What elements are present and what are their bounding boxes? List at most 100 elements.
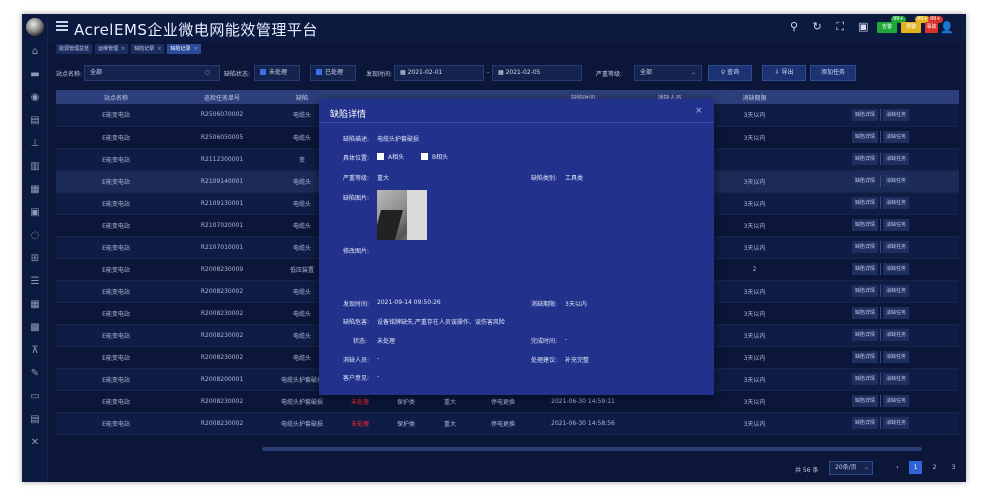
elimination-task-button[interactable]: 消缺任务 <box>883 285 910 297</box>
user-icon[interactable]: 👤 <box>940 21 954 34</box>
page-size-select[interactable]: 20条/页 ⌄ <box>829 461 873 475</box>
severity-select[interactable]: 全部 ⌄ <box>634 65 702 81</box>
tab-1[interactable]: 运维管理 × <box>95 44 129 54</box>
defect-detail-button[interactable]: 缺陷详情 <box>851 197 878 209</box>
tab-2[interactable]: 缺陷记录 × <box>131 44 165 54</box>
elimination-task-button[interactable]: 消缺任务 <box>883 373 910 385</box>
next-page-button[interactable]: › <box>965 461 966 474</box>
defect-detail-button[interactable]: 缺陷详情 <box>851 417 878 429</box>
status-unhandled-checkbox[interactable]: 未处理 <box>254 65 300 81</box>
device-icon[interactable]: ▣ <box>29 207 41 219</box>
elimination-task-button[interactable]: 消缺任务 <box>883 417 910 429</box>
query-button[interactable]: ⚲ 查询 <box>708 65 752 81</box>
elimination-task-button[interactable]: 消缺任务 <box>883 197 910 209</box>
defect-detail-button[interactable]: 缺陷详情 <box>851 373 878 385</box>
cell-type: 保护类 <box>384 412 428 435</box>
defect-photo[interactable] <box>377 190 427 240</box>
cell-actions: 缺陷详情 消缺任务 <box>802 324 959 347</box>
horizontal-scrollbar[interactable] <box>262 447 922 451</box>
elimination-task-button[interactable]: 消缺任务 <box>883 131 910 143</box>
found-time-label: 发现时间: <box>343 301 370 308</box>
tools-icon[interactable]: ✕ <box>29 437 41 449</box>
close-icon[interactable]: × <box>695 106 703 116</box>
warning-status-button[interactable]: 预警 <box>901 22 921 33</box>
page-2-button[interactable]: 2 <box>928 461 941 474</box>
position-a-checkbox[interactable]: A相头 <box>377 152 404 161</box>
elimination-task-button[interactable]: 消缺任务 <box>883 351 910 363</box>
tab-close-icon[interactable]: × <box>121 46 125 52</box>
edit-icon[interactable]: ✎ <box>29 368 41 380</box>
add-task-button[interactable]: 添加任务 <box>810 65 856 81</box>
bulb-icon[interactable]: ◌ <box>29 230 41 242</box>
home-icon[interactable]: ⌂ <box>29 46 41 58</box>
tab-3[interactable]: 缺陷记录 × <box>167 44 201 54</box>
defect-detail-button[interactable]: 缺陷详情 <box>851 285 878 297</box>
tab-0[interactable]: 能源管理总览 <box>56 44 93 54</box>
tab-close-icon[interactable]: × <box>193 46 197 52</box>
cell-deadline: 3天以内 <box>707 280 802 303</box>
elimination-task-button[interactable]: 消缺任务 <box>883 175 910 187</box>
accident-status-button[interactable]: 事故 <box>925 22 938 33</box>
fullscreen-icon[interactable]: ⛶ <box>834 21 846 33</box>
station-clear-icon[interactable]: ○ <box>205 66 210 80</box>
defect-detail-button[interactable]: 缺陷详情 <box>851 219 878 231</box>
date-to-input[interactable]: ▦ 2021-02-05 <box>492 65 582 81</box>
grid-icon[interactable]: ⊞ <box>29 253 41 265</box>
pylon-icon[interactable]: ⊼ <box>29 345 41 357</box>
elimination-task-button[interactable]: 消缺任务 <box>883 219 910 231</box>
page-3-button[interactable]: 3 <box>947 461 960 474</box>
calendar-icon[interactable]: ▩ <box>29 322 41 334</box>
cell-task: R2008230002 <box>176 302 268 325</box>
defect-detail-button[interactable]: 缺陷详情 <box>851 108 878 121</box>
cell-task: R2107010001 <box>176 236 268 259</box>
tower-icon[interactable]: ⊥ <box>29 138 41 150</box>
defect-detail-button[interactable]: 缺陷详情 <box>851 153 878 165</box>
defect-detail-button[interactable]: 缺陷详情 <box>851 263 878 275</box>
export-button[interactable]: ⇩ 导出 <box>762 65 806 81</box>
report-icon[interactable]: ▦ <box>29 184 41 196</box>
elimination-task-button[interactable]: 消缺任务 <box>883 263 910 275</box>
prev-page-button[interactable]: ‹ <box>891 461 904 474</box>
elimination-task-button[interactable]: 消缺任务 <box>883 395 910 407</box>
page-1-button[interactable]: 1 <box>909 461 922 474</box>
document-icon[interactable]: ▤ <box>29 414 41 426</box>
cell-actions: 缺陷详情 消缺任务 <box>802 148 959 171</box>
category-label: 缺陷类别: <box>531 175 558 182</box>
cell-actions: 缺陷详情 消缺任务 <box>802 302 959 325</box>
elimination-task-button[interactable]: 消缺任务 <box>883 329 910 341</box>
defect-detail-button[interactable]: 缺陷详情 <box>851 351 878 363</box>
bar-chart-icon[interactable]: ▥ <box>29 161 41 173</box>
table-icon[interactable]: ▦ <box>29 299 41 311</box>
position-b-checkbox[interactable]: B相头 <box>421 152 448 161</box>
elimination-task-button[interactable]: 消缺任务 <box>883 108 910 121</box>
list-icon[interactable]: ☰ <box>29 276 41 288</box>
divider <box>880 373 881 385</box>
alarm-status-button[interactable]: 告警 <box>877 22 897 33</box>
elimination-task-button[interactable]: 消缺任务 <box>883 307 910 319</box>
status-handled-checkbox[interactable]: 已处理 <box>310 65 356 81</box>
cell-actions: 缺陷详情 消缺任务 <box>802 258 959 281</box>
date-from-input[interactable]: ▦ 2021-02-01 <box>394 65 484 81</box>
table-row[interactable]: E能变电站 R2008230002 电缆头护套破损 未处理 保护类 重大 停电更换 2021-… <box>56 412 959 435</box>
defect-detail-button[interactable]: 缺陷详情 <box>851 307 878 319</box>
customer-label: 客户意见: <box>343 375 370 382</box>
station-select[interactable]: 全部 ○ <box>84 65 220 81</box>
defect-detail-button[interactable]: 缺陷详情 <box>851 131 878 143</box>
defect-detail-button[interactable]: 缺陷详情 <box>851 395 878 407</box>
defect-detail-button[interactable]: 缺陷详情 <box>851 241 878 253</box>
energy-icon[interactable]: ◉ <box>29 92 41 104</box>
defect-detail-button[interactable]: 缺陷详情 <box>851 175 878 187</box>
window-icon[interactable]: ▭ <box>29 391 41 403</box>
menu-icon[interactable] <box>56 21 68 31</box>
cell-actions: 缺陷详情 消缺任务 <box>802 236 959 259</box>
building-icon[interactable]: ▤ <box>29 115 41 127</box>
tab-close-icon[interactable]: × <box>157 46 161 52</box>
elimination-task-button[interactable]: 消缺任务 <box>883 241 910 253</box>
refresh-icon[interactable]: ↻ <box>811 21 823 33</box>
cell-station: E能变电站 <box>56 346 176 369</box>
elimination-task-button[interactable]: 消缺任务 <box>883 153 910 165</box>
monitor-icon[interactable]: ▬ <box>29 69 41 81</box>
defect-detail-button[interactable]: 缺陷详情 <box>851 329 878 341</box>
screen-icon[interactable]: ▣ <box>857 21 869 33</box>
search-icon[interactable]: ⚲ <box>788 21 800 33</box>
